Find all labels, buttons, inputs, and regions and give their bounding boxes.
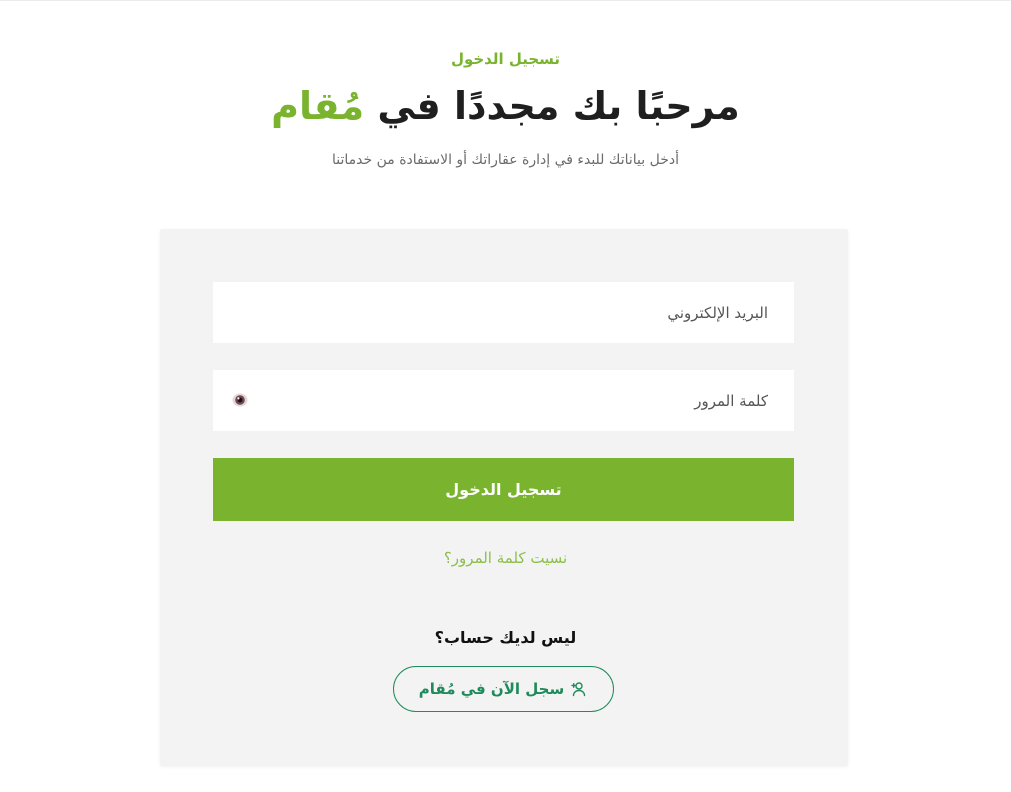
- eye-icon[interactable]: [232, 392, 248, 408]
- no-account-prompt: ليس لديك حساب؟: [434, 628, 577, 647]
- register-button-label: سجل الآن في مُقام: [418, 680, 565, 698]
- forgot-password-link[interactable]: نسيت كلمة المرور؟: [0, 549, 1011, 567]
- brand-name: مُقام: [271, 84, 365, 128]
- password-placeholder: كلمة المرور: [694, 391, 768, 410]
- password-field[interactable]: كلمة المرور: [213, 370, 794, 431]
- page-title: مرحبًا بك مجددًا في مُقام: [0, 80, 1011, 132]
- login-button[interactable]: تسجيل الدخول: [213, 458, 794, 521]
- email-field[interactable]: البريد الإلكتروني: [213, 282, 794, 343]
- email-placeholder: البريد الإلكتروني: [667, 303, 768, 322]
- user-plus-icon: [570, 680, 588, 698]
- register-button[interactable]: سجل الآن في مُقام: [393, 666, 614, 712]
- page-title-text: مرحبًا بك مجددًا في: [377, 84, 740, 128]
- page-eyebrow: تسجيل الدخول: [450, 50, 561, 68]
- top-divider: [0, 0, 1011, 1]
- page-subtitle: أدخل بياناتك للبدء في إدارة عقاراتك أو ا…: [332, 152, 679, 168]
